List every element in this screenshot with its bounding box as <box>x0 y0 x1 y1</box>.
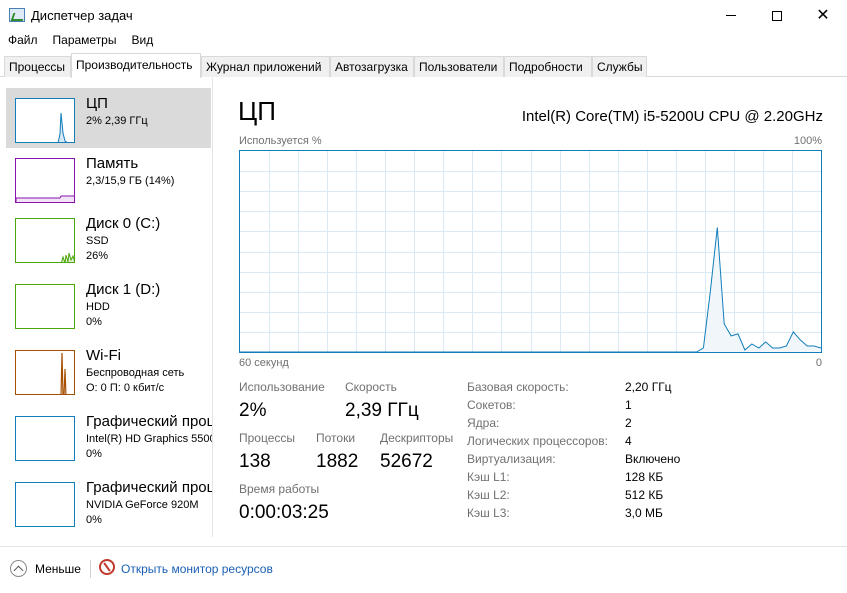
usage-label: Использование <box>239 380 325 394</box>
tab-details[interactable]: Подробности <box>504 56 592 77</box>
window-title: Диспетчер задач <box>31 8 133 23</box>
close-icon: ✕ <box>816 6 830 24</box>
graph-min-label: 0 <box>815 357 822 369</box>
gpu1-thumbnail-graph <box>15 482 75 527</box>
resource-list: ЦП 2% 2,39 ГГц Память 2,3/15,9 ГБ (14%) … <box>0 78 213 537</box>
memory-thumbnail-graph <box>15 158 75 203</box>
menu-file[interactable]: Файл <box>0 32 45 52</box>
prop-logical-value: 4 <box>625 434 632 448</box>
prop-l1-value: 128 КБ <box>625 470 664 484</box>
resource-detail: 2% 2,39 ГГц <box>86 115 148 127</box>
tab-users[interactable]: Пользователи <box>414 56 504 77</box>
chevron-up-icon[interactable] <box>10 560 27 577</box>
resource-title: Wi-Fi <box>86 347 121 364</box>
resource-detail: Беспроводная сеть <box>86 367 185 379</box>
graph-time-label: 60 секунд <box>239 357 289 369</box>
task-manager-icon <box>9 8 25 22</box>
resource-detail: NVIDIA GeForce 920M <box>86 499 199 511</box>
resource-detail: SSD <box>86 235 109 247</box>
resource-detail-2: О: 0 П: 0 кбит/с <box>86 382 165 394</box>
minimize-icon <box>726 15 736 16</box>
resource-disk-1[interactable]: Диск 1 (D:) HDD 0% <box>6 274 211 334</box>
resource-title: Диск 0 (C:) <box>86 215 161 232</box>
prop-l2-label: Кэш L2: <box>467 488 510 502</box>
prop-virtualization-label: Виртуализация: <box>467 452 556 466</box>
resource-detail-2: 0% <box>86 514 102 526</box>
resource-detail-2: 0% <box>86 316 102 328</box>
processes-label: Процессы <box>239 431 296 445</box>
prop-base-speed-value: 2,20 ГГц <box>625 380 672 394</box>
graph-title: Используется % <box>239 135 322 147</box>
cpu-graph-canvas <box>240 151 821 352</box>
resource-title: Графический процессор 1 <box>86 479 213 496</box>
resource-disk-0[interactable]: Диск 0 (C:) SSD 26% <box>6 208 211 268</box>
speed-label: Скорость <box>345 380 397 394</box>
resource-memory[interactable]: Память 2,3/15,9 ГБ (14%) <box>6 148 211 208</box>
resource-gpu-0[interactable]: Графический процессор 0 Intel(R) HD Grap… <box>6 406 213 466</box>
tab-bar: Процессы Производительность Журнал прило… <box>0 53 847 78</box>
minimize-button[interactable] <box>708 0 754 31</box>
prop-sockets-label: Сокетов: <box>467 398 516 412</box>
menu-options[interactable]: Параметры <box>45 32 124 52</box>
close-button[interactable]: ✕ <box>800 0 846 31</box>
cpu-model-name: Intel(R) Core(TM) i5-5200U CPU @ 2.20GHz <box>521 108 823 125</box>
disk0-thumbnail-graph <box>15 218 75 263</box>
threads-label: Потоки <box>316 431 356 445</box>
resource-detail-2: 26% <box>86 250 109 262</box>
resource-detail: HDD <box>86 301 110 313</box>
menu-view[interactable]: Вид <box>123 32 160 52</box>
prop-cores-value: 2 <box>625 416 632 430</box>
cpu-heading: ЦП <box>238 96 276 126</box>
cpu-thumbnail-graph <box>15 98 75 143</box>
prop-l2-value: 512 КБ <box>625 488 664 502</box>
prop-base-speed-label: Базовая скорость: <box>467 380 569 394</box>
resource-title: Графический процессор 0 <box>86 413 213 430</box>
resource-detail: 2,3/15,9 ГБ (14%) <box>86 175 175 187</box>
tab-app-history[interactable]: Журнал приложений <box>201 56 330 77</box>
wifi-thumbnail-graph <box>15 350 75 395</box>
menu-bar: Файл Параметры Вид <box>0 32 160 52</box>
disk1-thumbnail-graph <box>15 284 75 329</box>
prop-l1-label: Кэш L1: <box>467 470 510 484</box>
prop-cores-label: Ядра: <box>467 416 500 430</box>
fewer-details-button[interactable]: Меньше <box>35 562 81 576</box>
gpu0-thumbnail-graph <box>15 416 75 461</box>
tab-services[interactable]: Службы <box>592 56 647 77</box>
resource-cpu[interactable]: ЦП 2% 2,39 ГГц <box>6 88 211 148</box>
resource-title: ЦП <box>86 95 108 112</box>
open-resource-monitor-link[interactable]: Открыть монитор ресурсов <box>121 562 273 576</box>
prop-l3-label: Кэш L3: <box>467 506 510 520</box>
uptime-value: 0:00:03:25 <box>239 502 329 523</box>
usage-value: 2% <box>239 400 267 421</box>
processes-value: 138 <box>239 451 271 472</box>
resource-detail-2: 0% <box>86 448 102 460</box>
cpu-usage-graph <box>239 150 822 353</box>
threads-value: 1882 <box>316 451 359 472</box>
handles-value: 52672 <box>380 451 433 472</box>
handles-label: Дескрипторы <box>380 431 454 445</box>
resource-gpu-1[interactable]: Графический процессор 1 NVIDIA GeForce 9… <box>6 472 213 532</box>
footer-separator <box>90 560 91 578</box>
speed-value: 2,39 ГГц <box>345 400 419 421</box>
maximize-button[interactable] <box>754 0 800 31</box>
resource-title: Диск 1 (D:) <box>86 281 161 298</box>
resource-detail: Intel(R) HD Graphics 5500 <box>86 433 213 445</box>
title-bar: Диспетчер задач ✕ <box>0 0 847 31</box>
tab-performance[interactable]: Производительность <box>71 53 201 78</box>
uptime-label: Время работы <box>239 482 320 496</box>
footer-bar: Меньше Открыть монитор ресурсов <box>0 546 847 593</box>
tab-startup[interactable]: Автозагрузка <box>330 56 414 77</box>
prop-virtualization-value: Включено <box>625 452 681 466</box>
graph-max-label: 100% <box>793 135 822 147</box>
prop-logical-label: Логических процессоров: <box>467 434 608 448</box>
maximize-icon <box>772 10 782 21</box>
resource-wifi[interactable]: Wi-Fi Беспроводная сеть О: 0 П: 0 кбит/с <box>6 340 211 400</box>
prop-l3-value: 3,0 МБ <box>625 506 663 520</box>
prop-sockets-value: 1 <box>625 398 632 412</box>
resource-title: Память <box>86 155 139 172</box>
tab-processes[interactable]: Процессы <box>4 56 71 77</box>
resource-monitor-icon <box>99 559 115 575</box>
